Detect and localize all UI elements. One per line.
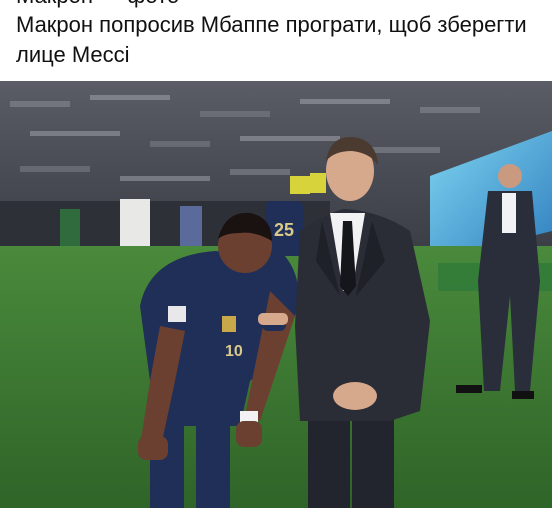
- post-caption: Макрон попросив Мбаппе програти, щоб збе…: [16, 12, 527, 67]
- caption-area: Макрон — фото Макрон попросив Мбаппе про…: [16, 0, 536, 80]
- background-player-number: 25: [274, 220, 294, 240]
- post-view: Макрон — фото Макрон попросив Мбаппе про…: [0, 0, 552, 508]
- player-number: 10: [225, 343, 243, 360]
- post-photo[interactable]: 25 10: [0, 81, 552, 508]
